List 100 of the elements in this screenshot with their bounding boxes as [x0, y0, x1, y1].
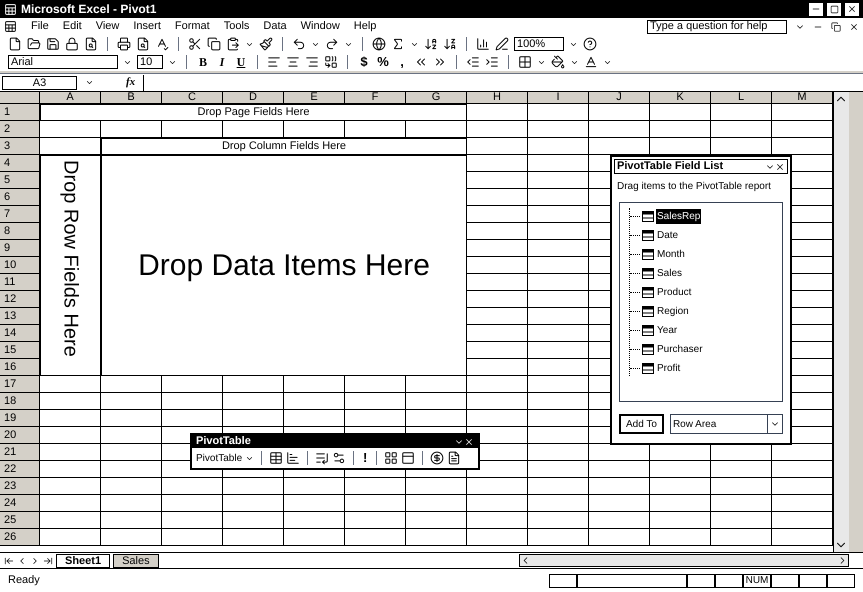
close-icon[interactable] — [849, 22, 859, 32]
row-header[interactable]: 10 — [0, 257, 40, 273]
row-header[interactable]: 11 — [0, 274, 40, 290]
row-header[interactable]: 13 — [0, 308, 40, 324]
chart-icon[interactable] — [476, 37, 490, 51]
row-header[interactable]: 18 — [0, 393, 40, 409]
column-header[interactable]: E — [284, 92, 345, 103]
first-sheet-icon[interactable] — [4, 556, 14, 566]
sort-ascending-icon[interactable] — [424, 37, 438, 51]
name-box[interactable]: A3 — [2, 76, 77, 90]
menu-item[interactable]: Edit — [62, 18, 82, 35]
menu-item[interactable]: File — [31, 18, 49, 35]
page-fields-drop-zone[interactable]: Drop Page Fields Here — [40, 104, 467, 121]
lock-icon[interactable] — [65, 37, 79, 51]
number-format-toggle[interactable]: , — [395, 52, 409, 72]
row-header[interactable]: 24 — [0, 495, 40, 511]
field-item[interactable]: Profit — [656, 360, 682, 376]
dollar-icon[interactable] — [430, 451, 444, 465]
panel-icon[interactable] — [401, 451, 416, 465]
row-header[interactable]: 8 — [0, 223, 40, 239]
column-header[interactable]: J — [589, 92, 650, 103]
area-dropdown[interactable]: Row Area — [670, 414, 783, 434]
row-header[interactable]: 1 — [0, 104, 40, 120]
redo-icon[interactable] — [325, 37, 339, 51]
zoom-field[interactable]: 100% — [514, 37, 564, 51]
scissors-icon[interactable] — [188, 37, 202, 51]
field-item[interactable]: Date — [656, 228, 680, 242]
field-item[interactable]: Sales — [656, 266, 684, 280]
spell-check-icon[interactable] — [155, 37, 169, 51]
align-center-icon[interactable] — [286, 55, 300, 69]
borders-icon[interactable] — [518, 55, 532, 69]
row-header[interactable]: 2 — [0, 121, 40, 137]
sheet-tab[interactable]: Sheet1 — [56, 554, 110, 568]
column-header[interactable]: G — [406, 92, 467, 103]
vertical-scrollbar[interactable] — [833, 92, 849, 552]
number-format-toggle[interactable]: % — [376, 52, 390, 72]
clipboard-icon[interactable] — [226, 37, 240, 51]
new-file-icon[interactable] — [8, 37, 22, 51]
menu-item[interactable]: Tools — [224, 18, 250, 35]
column-fields-drop-zone[interactable]: Drop Column Fields Here — [101, 138, 467, 155]
column-header[interactable]: K — [650, 92, 711, 103]
menu-item[interactable]: View — [96, 18, 120, 35]
column-header[interactable]: H — [467, 92, 528, 103]
restore-icon[interactable] — [831, 22, 841, 32]
chart-icon[interactable] — [286, 451, 300, 465]
row-fields-drop-zone[interactable]: Drop Row Fields Here — [40, 155, 101, 376]
sigma-icon[interactable] — [391, 37, 405, 51]
column-header[interactable]: L — [711, 92, 772, 103]
merge-cells-icon[interactable] — [324, 55, 338, 69]
pen-icon[interactable] — [495, 37, 509, 51]
row-header[interactable]: 14 — [0, 325, 40, 341]
row-header[interactable]: 22 — [0, 461, 40, 477]
row-header[interactable]: 5 — [0, 172, 40, 188]
indent-icon[interactable] — [485, 55, 499, 69]
column-header[interactable]: B — [101, 92, 162, 103]
print-preview-icon[interactable] — [136, 37, 150, 51]
row-header[interactable]: 25 — [0, 512, 40, 528]
list-icon[interactable] — [315, 451, 330, 465]
row-header[interactable]: 15 — [0, 342, 40, 358]
field-item[interactable]: Year — [656, 322, 678, 338]
menu-item[interactable]: Format — [174, 18, 210, 35]
horizontal-scrollbar[interactable] — [519, 554, 849, 567]
row-header[interactable]: 21 — [0, 444, 40, 460]
column-header[interactable]: D — [223, 92, 284, 103]
column-header[interactable]: I — [528, 92, 589, 103]
row-header[interactable]: 4 — [0, 155, 40, 171]
align-right-icon[interactable] — [305, 55, 319, 69]
settings-icon[interactable] — [332, 451, 346, 465]
row-header[interactable]: 6 — [0, 189, 40, 205]
row-header[interactable]: 17 — [0, 376, 40, 392]
field-item[interactable]: Month — [656, 246, 686, 262]
format-toggle[interactable]: I — [215, 53, 229, 71]
globe-icon[interactable] — [372, 37, 386, 51]
row-header[interactable]: 3 — [0, 138, 40, 154]
font-size-field[interactable]: 10 — [137, 55, 163, 69]
maximize-icon[interactable] — [830, 4, 838, 14]
grid-icon[interactable] — [384, 451, 398, 465]
font-color-icon[interactable] — [584, 55, 598, 69]
align-left-icon[interactable] — [267, 55, 281, 69]
menu-item[interactable]: Help — [354, 18, 376, 35]
select-all-corner[interactable] — [0, 92, 40, 103]
sheet-tab[interactable]: Sales — [113, 554, 159, 568]
copy-icon[interactable] — [207, 37, 221, 51]
paint-bucket-icon[interactable] — [551, 55, 565, 69]
paintbrush-icon[interactable] — [259, 37, 273, 51]
spreadsheet-icon[interactable] — [4, 20, 17, 33]
document-icon[interactable] — [447, 451, 462, 465]
row-header[interactable]: 23 — [0, 478, 40, 494]
data-drop-zone[interactable]: Drop Data Items Here — [101, 155, 467, 376]
maximize-button[interactable] — [827, 2, 841, 16]
column-header[interactable]: A — [40, 92, 101, 103]
printer-icon[interactable] — [117, 37, 131, 51]
refresh-button[interactable]: ! — [361, 448, 370, 468]
menu-item[interactable]: Insert — [133, 18, 161, 35]
document-search-icon[interactable] — [84, 37, 98, 51]
table-icon[interactable] — [269, 451, 284, 465]
field-item[interactable]: Product — [656, 284, 692, 300]
format-toggle[interactable]: U — [234, 53, 248, 71]
menu-item[interactable]: Window — [300, 18, 340, 35]
menu-item[interactable]: Data — [263, 18, 287, 35]
